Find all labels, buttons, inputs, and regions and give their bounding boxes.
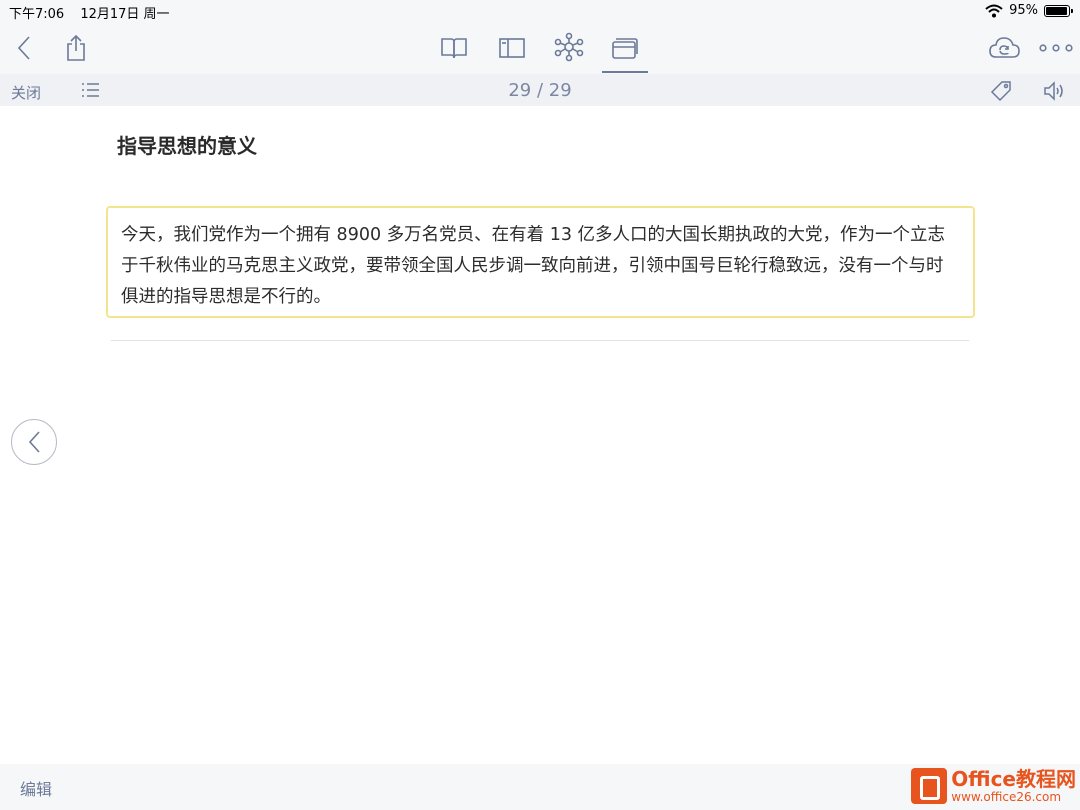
chevron-left-icon bbox=[28, 431, 40, 453]
card-body[interactable]: 今天，我们党作为一个拥有 8900 多万名党员、在有着 13 亿多人口的大国长期… bbox=[106, 206, 975, 318]
card-title: 指导思想的意义 bbox=[117, 134, 257, 158]
top-toolbar bbox=[0, 22, 1080, 74]
book-icon bbox=[441, 38, 467, 59]
tab-panel-view[interactable] bbox=[496, 32, 528, 64]
office-logo-icon bbox=[911, 768, 948, 804]
edit-button[interactable]: 编辑 bbox=[20, 776, 52, 800]
watermark-url: www.office26.com bbox=[951, 790, 1062, 804]
watermark-title: Office教程网 bbox=[951, 767, 1076, 791]
status-time: 下午7:06 bbox=[9, 7, 65, 22]
speaker-icon[interactable] bbox=[1042, 80, 1066, 102]
panel-view-icon bbox=[499, 38, 525, 58]
sub-toolbar: 关闭 29 / 29 bbox=[0, 74, 1080, 106]
battery-percent: 95% bbox=[1009, 3, 1038, 18]
page-counter: 29 / 29 bbox=[508, 80, 572, 101]
status-bar: 下午7:06 12月17日 周一 95% bbox=[0, 0, 1080, 22]
more-icon bbox=[1039, 44, 1073, 52]
watermark: Office教程网 www.office26.com bbox=[911, 768, 1076, 804]
previous-card-button[interactable] bbox=[11, 419, 57, 465]
divider bbox=[111, 340, 969, 341]
cloud-sync-button[interactable] bbox=[986, 32, 1022, 64]
share-button[interactable] bbox=[62, 32, 90, 64]
status-date: 12月17日 周一 bbox=[80, 7, 170, 22]
card-view-icon bbox=[612, 38, 638, 59]
more-button[interactable] bbox=[1038, 34, 1074, 62]
battery-icon bbox=[1044, 4, 1073, 17]
active-tab-indicator bbox=[602, 71, 648, 73]
mindmap-icon bbox=[554, 32, 584, 62]
battery-fill bbox=[1046, 6, 1067, 15]
back-button[interactable] bbox=[10, 32, 38, 64]
tab-card-view[interactable] bbox=[608, 32, 642, 64]
tab-book[interactable] bbox=[438, 32, 470, 64]
wifi-icon bbox=[985, 4, 1003, 17]
app-window: 下午7:06 12月17日 周一 95% 关闭 29 / 29 指导思想的意义 … bbox=[0, 0, 1080, 810]
back-chevron-icon bbox=[17, 36, 30, 60]
cloud-sync-icon bbox=[989, 37, 1020, 58]
tab-mindmap[interactable] bbox=[552, 30, 586, 64]
share-icon bbox=[67, 34, 85, 61]
tag-icon[interactable] bbox=[990, 80, 1012, 102]
